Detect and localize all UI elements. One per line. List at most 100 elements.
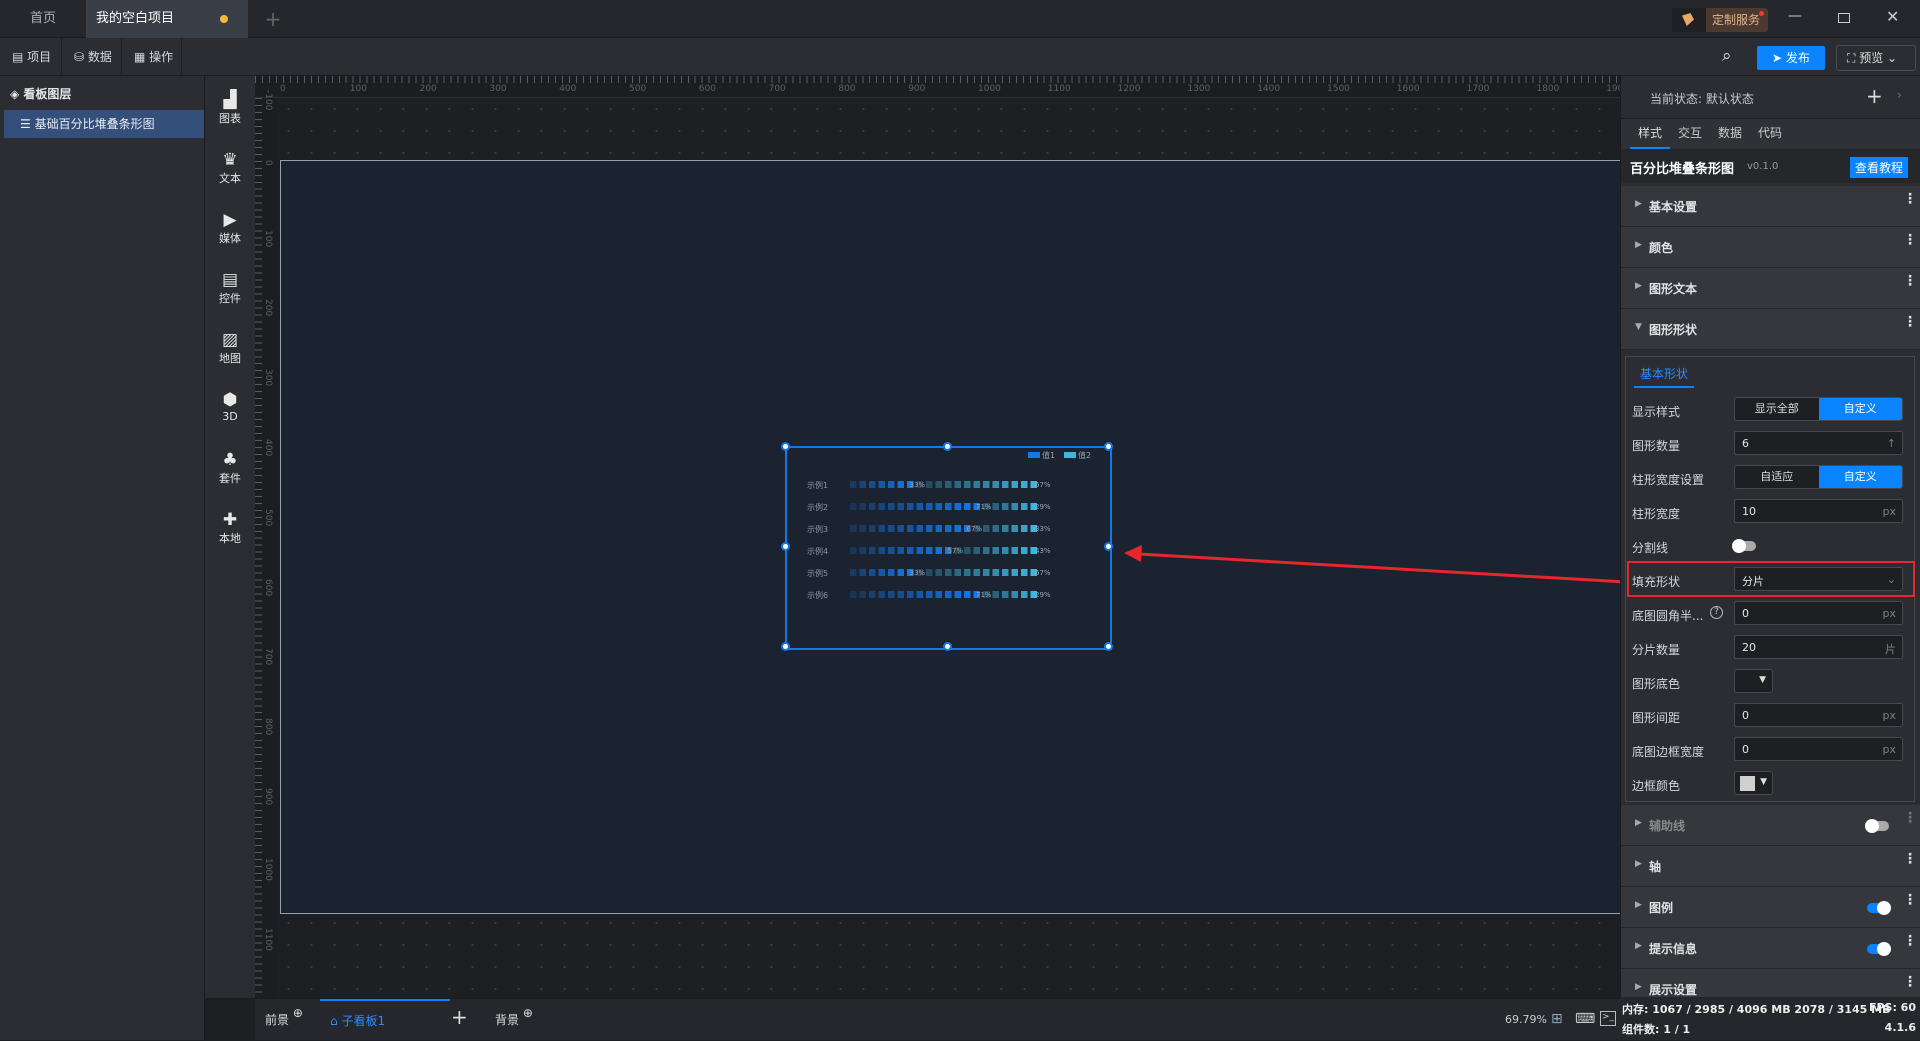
preview-button[interactable]: ⛶ 预览 ⌄ <box>1836 45 1916 71</box>
option-custom[interactable]: 自定义 <box>1818 398 1902 420</box>
option-show-all[interactable]: 显示全部 <box>1735 398 1819 420</box>
category-map[interactable]: ▨ 地图 <box>205 330 255 366</box>
tutorial-button[interactable]: 查看教程 <box>1850 157 1909 178</box>
tooltip-toggle[interactable] <box>1867 942 1891 956</box>
section-tooltip[interactable]: ▶ 提示信息 ⋮ <box>1621 928 1920 969</box>
subtab-basic-shape[interactable]: 基本形状 <box>1634 365 1694 388</box>
section-axis[interactable]: ▶ 轴 ⋮ <box>1621 846 1920 887</box>
resize-handle[interactable] <box>781 542 790 551</box>
resize-handle[interactable] <box>781 442 790 451</box>
layers-icon: ◈ <box>10 87 24 101</box>
restore-icon[interactable] <box>1838 13 1850 23</box>
more-icon[interactable]: ⋮ <box>1903 975 1917 989</box>
chart-component[interactable]: 值1 值2 示例1 33% 67% 示例2 71% 29% 示例3 67% 33% 示例4 57% 43%… <box>781 442 1113 651</box>
help-icon[interactable]: ? <box>1710 606 1723 619</box>
section-shape-text[interactable]: ▶ 图形文本 ⋮ <box>1621 268 1920 309</box>
resize-handle[interactable] <box>942 642 952 651</box>
option-custom[interactable]: 自定义 <box>1818 466 1902 488</box>
tab-subboard[interactable]: ⌂ 子看板1 <box>320 999 450 1041</box>
arrow-up-icon[interactable]: ↑ <box>1887 437 1896 450</box>
tab-project[interactable]: 我的空白项目 <box>86 0 248 38</box>
tab-home[interactable]: 首页 <box>0 0 86 38</box>
menu-data[interactable]: ⛁ 数据 ⌄ <box>62 38 122 102</box>
border-width-input[interactable]: 0 px <box>1734 737 1903 761</box>
add-circle-icon[interactable]: ⊕ <box>289 1006 303 1020</box>
resize-handle[interactable] <box>1104 442 1113 451</box>
bar-width-input[interactable]: 10 px <box>1734 499 1903 523</box>
guideline-toggle[interactable] <box>1865 819 1889 833</box>
category-local[interactable]: ✚ 本地 <box>205 510 255 546</box>
bar-piece <box>926 569 933 576</box>
component-name: 百分比堆叠条形图 <box>1630 162 1735 177</box>
corner-radius-input[interactable]: 0 px <box>1734 601 1903 625</box>
tab-style[interactable]: 样式 <box>1630 119 1670 149</box>
category-media[interactable]: ▶ 媒体 <box>205 210 255 246</box>
resize-handle[interactable] <box>781 642 790 651</box>
more-icon[interactable]: ⋮ <box>1903 893 1917 907</box>
terminal-icon[interactable]: >_ <box>1600 1011 1616 1026</box>
row-label: 图形数量 <box>1632 439 1681 453</box>
component-bar: ▟ 图表 ♛ 文本 ▶ 媒体 ▤ 控件 ▨ 地图 ⬢ 3D ♣ 套件 ✚ 本地 <box>205 76 255 998</box>
more-icon[interactable]: ⋮ <box>1903 315 1917 329</box>
section-color[interactable]: ▶ 颜色 ⋮ <box>1621 227 1920 268</box>
more-icon[interactable]: ⋮ <box>1903 274 1917 288</box>
chevron-right-icon[interactable]: › <box>1897 88 1902 102</box>
section-guideline[interactable]: ▶ 辅助线 ⋮ <box>1621 805 1920 846</box>
menu-operate[interactable]: ▦ 操作 ⌄ <box>122 38 182 102</box>
ruler-label: 0 <box>263 159 273 166</box>
add-board-button[interactable]: + <box>451 1005 468 1029</box>
more-icon[interactable]: ⋮ <box>1903 192 1917 206</box>
more-icon[interactable]: ⋮ <box>1903 233 1917 247</box>
section-basic[interactable]: ▶ 基本设置 ⋮ <box>1621 186 1920 227</box>
add-tab-button[interactable]: + <box>258 0 288 38</box>
legend-toggle[interactable] <box>1867 901 1891 915</box>
more-icon[interactable]: ⋮ <box>1903 934 1917 948</box>
search-icon[interactable]: ⌕ <box>1722 46 1732 66</box>
ruler-label: 1500 <box>1327 84 1350 94</box>
spacing-input[interactable]: 0 px <box>1734 703 1903 727</box>
layer-item[interactable]: ☰ 基础百分比堆叠条形图 <box>4 110 204 138</box>
board-icon: ⌂ <box>330 1014 342 1028</box>
divider-toggle[interactable] <box>1732 539 1756 553</box>
option-auto[interactable]: 自适应 <box>1735 466 1819 488</box>
piece-count-input[interactable]: 20 片 <box>1734 635 1903 659</box>
section-display[interactable]: ▶ 展示设置 ⋮ <box>1621 969 1920 998</box>
add-state-icon[interactable]: + <box>1866 84 1883 108</box>
publish-button[interactable]: ➤ 发布 <box>1757 46 1825 70</box>
base-color-picker[interactable]: ▼ <box>1734 669 1773 693</box>
menu-project[interactable]: ▤ 项目 ⌄ <box>0 38 62 102</box>
category-kit[interactable]: ♣ 套件 <box>205 450 255 486</box>
tab-background[interactable]: 背景 ⊕ <box>495 1006 533 1028</box>
more-icon[interactable]: ⋮ <box>1903 852 1917 866</box>
resize-handle[interactable] <box>1104 542 1113 551</box>
resize-handle[interactable] <box>1104 642 1113 651</box>
section-shape[interactable]: ▼ 图形形状 ⋮ <box>1621 309 1920 350</box>
tab-code[interactable]: 代码 <box>1750 119 1790 147</box>
add-circle-icon[interactable]: ⊕ <box>519 1006 533 1020</box>
close-icon[interactable]: ✕ <box>1886 7 1899 26</box>
category-3d[interactable]: ⬢ 3D <box>205 390 255 423</box>
value-label: 71% <box>976 591 992 599</box>
bar-width-mode-toggle[interactable]: 自适应 自定义 <box>1734 465 1903 489</box>
display-style-toggle[interactable]: 显示全部 自定义 <box>1734 397 1903 421</box>
shape-count-input[interactable]: 6 ↑ <box>1734 431 1903 455</box>
tab-data[interactable]: 数据 <box>1710 119 1750 147</box>
ruler-label: 100 <box>349 84 367 94</box>
layers-title: ◈ 看板图层 <box>10 85 71 102</box>
value-label: 33% <box>910 481 926 489</box>
category-text[interactable]: ♛ 文本 <box>205 150 255 186</box>
category-chart[interactable]: ▟ 图表 <box>205 90 255 126</box>
tab-foreground[interactable]: 前景 ⊕ <box>265 1006 303 1028</box>
section-legend[interactable]: ▶ 图例 ⋮ <box>1621 887 1920 928</box>
minimize-icon[interactable]: — <box>1788 8 1802 24</box>
more-icon[interactable]: ⋮ <box>1903 811 1917 825</box>
custom-service-button[interactable]: 定制服务 <box>1672 8 1768 32</box>
zoom-level[interactable]: 69.79% <box>1505 1013 1547 1026</box>
bar-piece <box>973 569 980 576</box>
tab-interaction[interactable]: 交互 <box>1670 119 1710 147</box>
fit-screen-icon[interactable]: ⊞ <box>1551 1011 1563 1027</box>
resize-handle[interactable] <box>942 442 952 451</box>
border-color-picker[interactable]: ▼ <box>1734 771 1773 795</box>
keyboard-icon[interactable]: ⌨ <box>1575 1011 1595 1027</box>
category-control[interactable]: ▤ 控件 <box>205 270 255 306</box>
